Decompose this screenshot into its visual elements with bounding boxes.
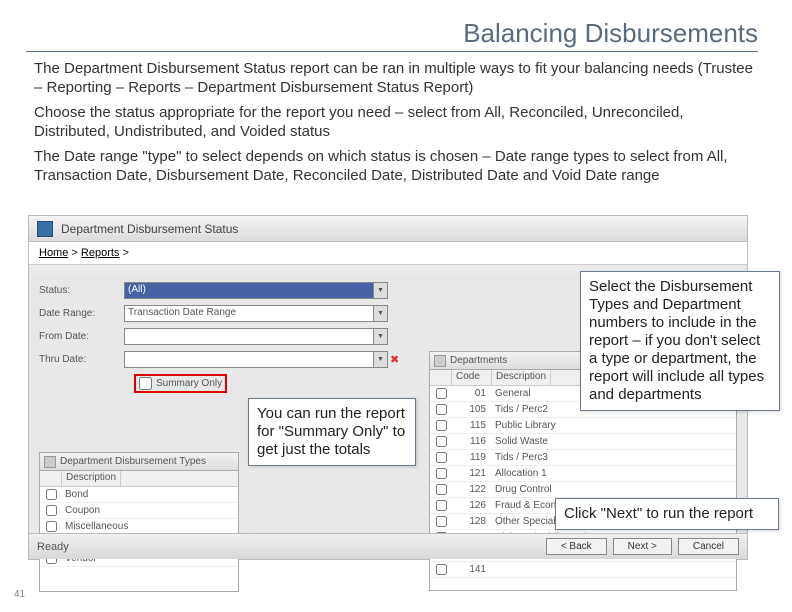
summary-only-checkbox[interactable] (139, 377, 152, 390)
breadcrumb: Home > Reports > (29, 242, 747, 265)
window-titlebar: Department Disbursement Status (29, 216, 747, 242)
chevron-down-icon[interactable]: ▼ (374, 282, 388, 299)
back-button[interactable]: < Back (546, 538, 607, 555)
table-row[interactable]: 115Public Library (430, 418, 736, 434)
summary-only-highlight: Summary Only (134, 374, 227, 393)
callout-click-next: Click "Next" to run the report (555, 498, 779, 530)
thru-date-input[interactable] (124, 351, 374, 368)
table-row[interactable]: 122Drug Control (430, 482, 736, 498)
from-date-label: From Date: (39, 331, 124, 342)
row-checkbox[interactable] (436, 420, 447, 431)
row-checkbox[interactable] (436, 564, 447, 575)
table-row[interactable]: 121Allocation 1 (430, 466, 736, 482)
clear-icon[interactable]: ✖ (390, 353, 399, 366)
row-checkbox[interactable] (436, 404, 447, 415)
panel-icon (44, 456, 56, 468)
breadcrumb-home[interactable]: Home (39, 247, 68, 259)
row-checkbox[interactable] (46, 505, 57, 516)
table-row[interactable]: 119Tids / Perc3 (430, 450, 736, 466)
row-checkbox[interactable] (436, 500, 447, 511)
cancel-button[interactable]: Cancel (678, 538, 739, 555)
row-checkbox[interactable] (436, 452, 447, 463)
app-icon (37, 221, 53, 237)
row-checkbox[interactable] (436, 388, 447, 399)
status-select[interactable]: (All) (124, 282, 374, 299)
callout-summary-only: You can run the report for "Summary Only… (248, 398, 416, 466)
status-bar: Ready < Back Next > Cancel (29, 533, 747, 559)
callout-select-types: Select the Disbursement Types and Depart… (580, 271, 780, 411)
row-checkbox[interactable] (46, 489, 57, 500)
row-checkbox[interactable] (436, 516, 447, 527)
paragraph-1: The Department Disbursement Status repor… (34, 60, 758, 98)
disbursement-types-panel: Department Disbursement Types Descriptio… (39, 452, 239, 592)
from-date-input[interactable] (124, 328, 374, 345)
next-button[interactable]: Next > (613, 538, 672, 555)
date-range-select[interactable]: Transaction Date Range (124, 305, 374, 322)
page-number: 41 (14, 589, 25, 600)
summary-only-label: Summary Only (156, 378, 222, 389)
date-range-label: Date Range: (39, 308, 124, 319)
slide-title: Balancing Disbursements (26, 18, 758, 52)
table-row[interactable]: 141 (430, 562, 736, 578)
chevron-down-icon[interactable]: ▼ (374, 305, 388, 322)
breadcrumb-reports[interactable]: Reports (81, 247, 120, 259)
paragraph-3: The Date range "type" to select depends … (34, 148, 758, 186)
status-label: Status: (39, 285, 124, 296)
row-checkbox[interactable] (436, 468, 447, 479)
list-item[interactable]: Coupon (40, 503, 238, 519)
chevron-down-icon[interactable]: ▼ (374, 351, 388, 368)
row-checkbox[interactable] (436, 436, 447, 447)
status-text: Ready (37, 541, 69, 553)
table-row[interactable]: 116Solid Waste (430, 434, 736, 450)
paragraph-2: Choose the status appropriate for the re… (34, 104, 758, 142)
list-item[interactable]: Bond (40, 487, 238, 503)
chevron-down-icon[interactable]: ▼ (374, 328, 388, 345)
row-checkbox[interactable] (46, 521, 57, 532)
row-checkbox[interactable] (436, 484, 447, 495)
panel-icon (434, 355, 446, 367)
thru-date-label: Thru Date: (39, 354, 124, 365)
window-title: Department Disbursement Status (61, 222, 238, 236)
